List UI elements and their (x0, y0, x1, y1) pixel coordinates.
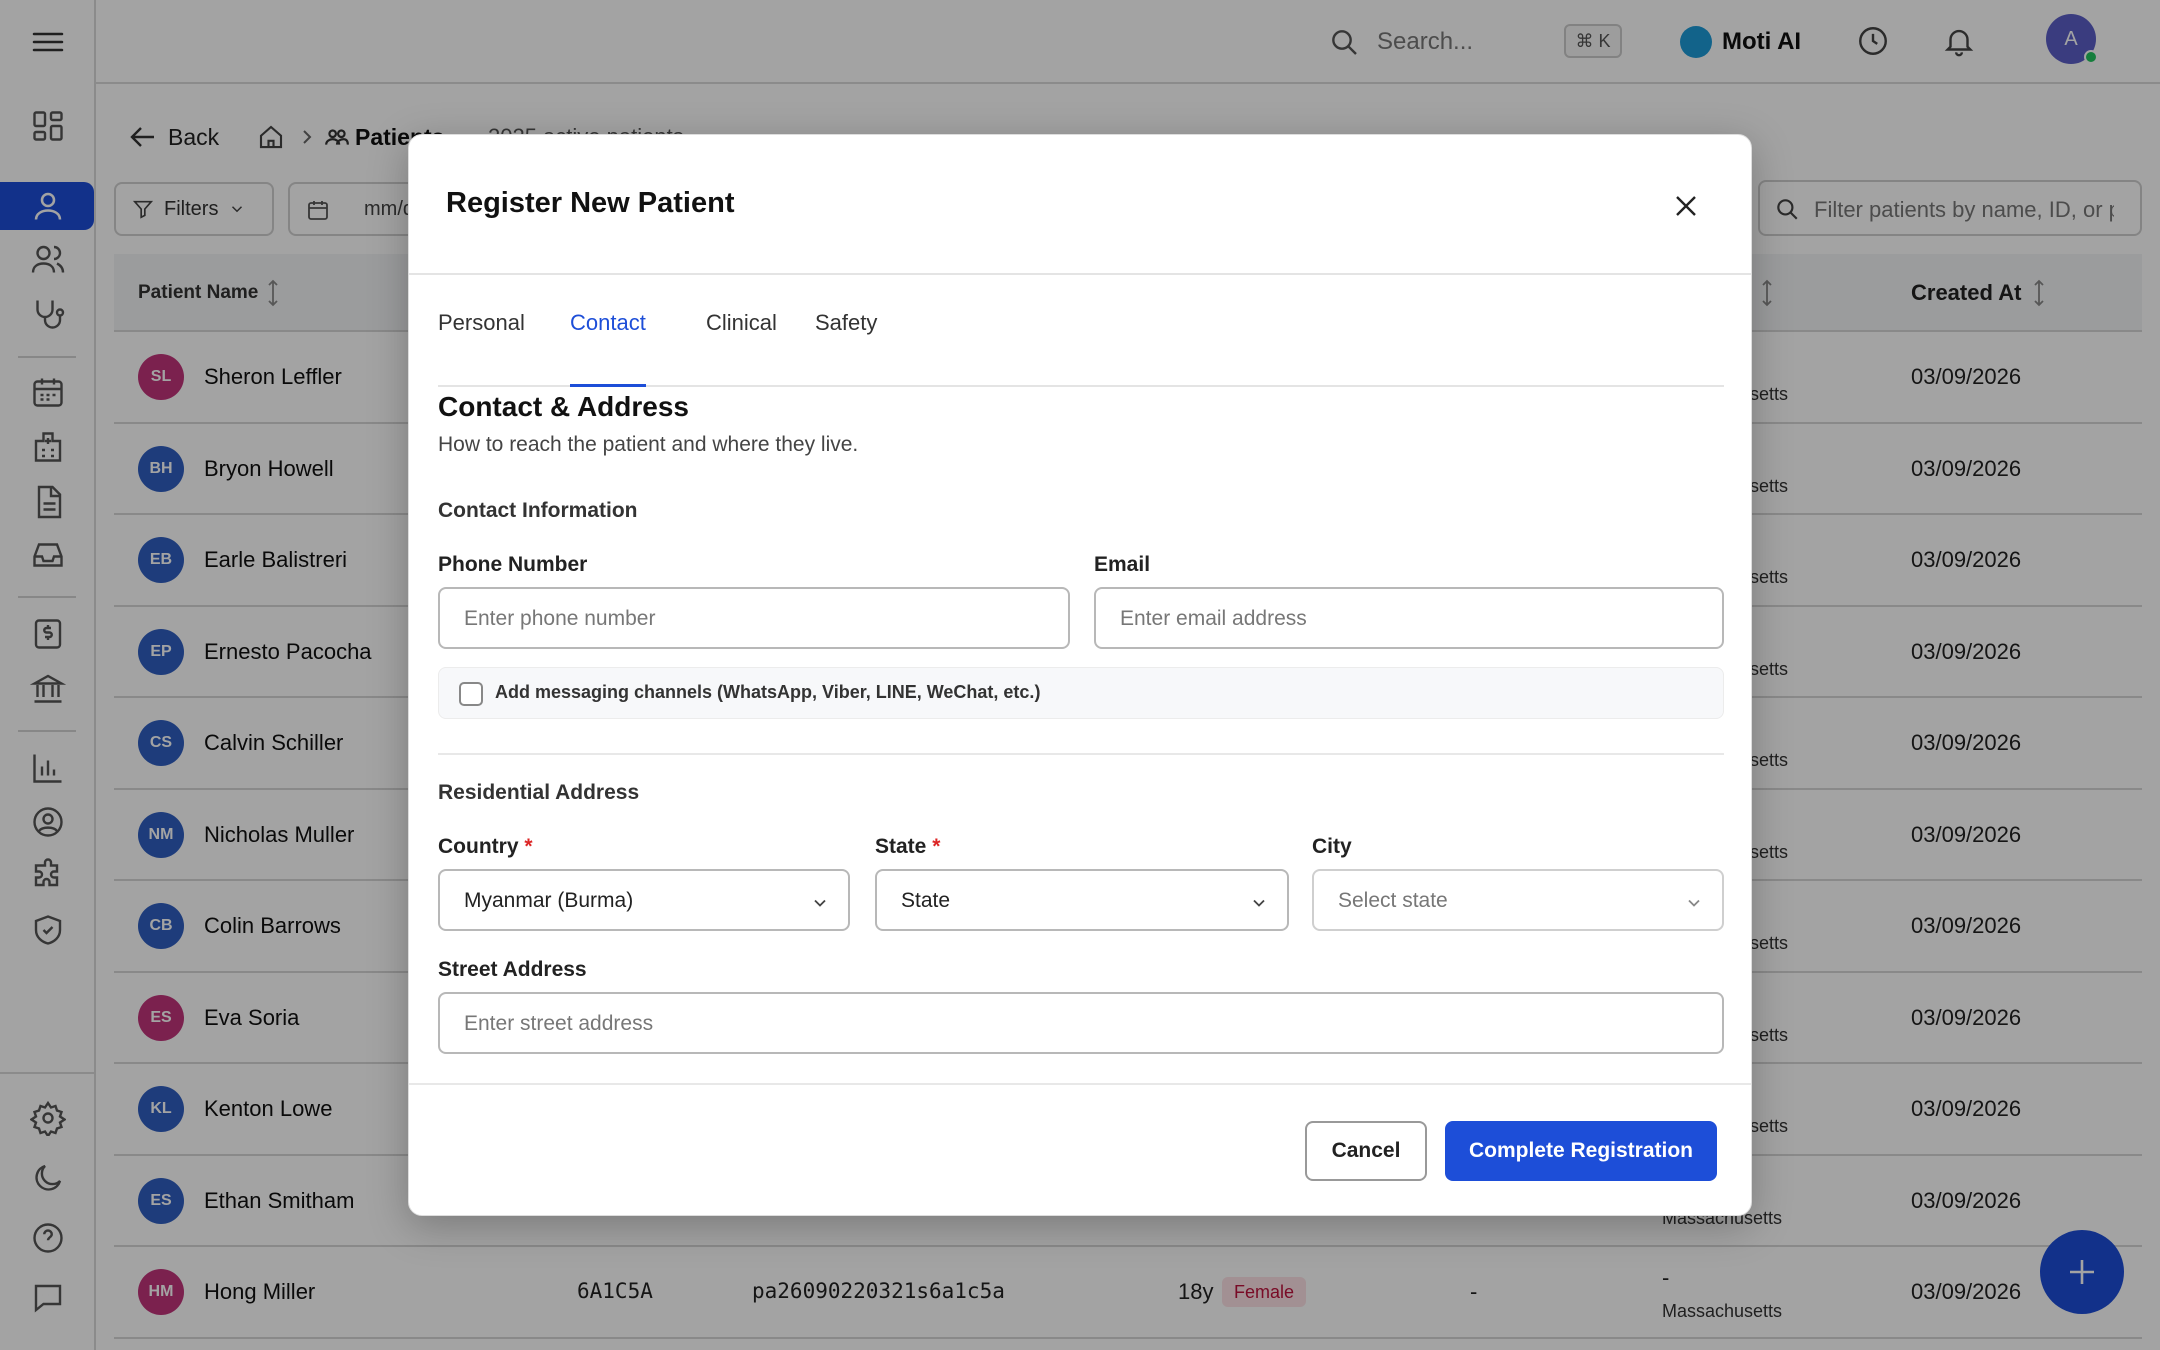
country-value: Myanmar (Burma) (464, 889, 634, 912)
state-label: State * (875, 835, 940, 859)
chevron-down-icon (814, 899, 826, 907)
contact-group-label: Contact Information (438, 499, 638, 522)
street-placeholder: Enter street address (464, 1012, 654, 1035)
tab-clinical[interactable]: Clinical (706, 299, 777, 385)
register-patient-modal: Register New Patient Personal Contact Cl… (408, 134, 1752, 1216)
state-select[interactable]: State (875, 869, 1289, 931)
city-select[interactable]: Select state (1312, 869, 1724, 931)
modal-divider (409, 273, 1751, 275)
email-input[interactable]: Enter email address (1094, 587, 1724, 649)
required-mark: * (524, 835, 533, 858)
complete-registration-button[interactable]: Complete Registration (1445, 1121, 1717, 1181)
messaging-checkbox[interactable] (459, 682, 483, 706)
street-label: Street Address (438, 958, 587, 981)
phone-label: Phone Number (438, 553, 588, 576)
city-label: City (1312, 835, 1352, 858)
street-input[interactable]: Enter street address (438, 992, 1724, 1054)
state-label-text: State (875, 835, 927, 858)
section-subtitle: How to reach the patient and where they … (438, 433, 859, 456)
messaging-checkbox-label[interactable]: Add messaging channels (WhatsApp, Viber,… (495, 682, 1040, 703)
messaging-channels-option: Add messaging channels (WhatsApp, Viber,… (438, 667, 1724, 719)
country-label: Country * (438, 835, 533, 859)
country-label-text: Country (438, 835, 519, 858)
modal-title: Register New Patient (446, 187, 735, 219)
footer-divider (409, 1083, 1751, 1085)
section-divider (438, 753, 1724, 755)
cancel-button[interactable]: Cancel (1305, 1121, 1427, 1181)
tab-personal[interactable]: Personal (438, 299, 525, 385)
section-title: Contact & Address (438, 391, 690, 422)
city-placeholder: Select state (1338, 889, 1448, 912)
phone-input[interactable]: Enter phone number (438, 587, 1070, 649)
state-value: State (901, 889, 951, 912)
modal-tabs: Personal Contact Clinical Safety (438, 299, 1724, 387)
tab-safety[interactable]: Safety (815, 299, 877, 385)
chevron-down-icon (1688, 899, 1700, 907)
country-select[interactable]: Myanmar (Burma) (438, 869, 850, 931)
phone-placeholder: Enter phone number (464, 607, 656, 630)
close-icon[interactable] (1671, 191, 1701, 221)
required-mark: * (932, 835, 941, 858)
email-placeholder: Enter email address (1120, 607, 1307, 630)
tab-contact[interactable]: Contact (570, 299, 646, 387)
chevron-down-icon (1253, 899, 1265, 907)
address-group-label: Residential Address (438, 781, 640, 804)
email-label: Email (1094, 553, 1151, 576)
